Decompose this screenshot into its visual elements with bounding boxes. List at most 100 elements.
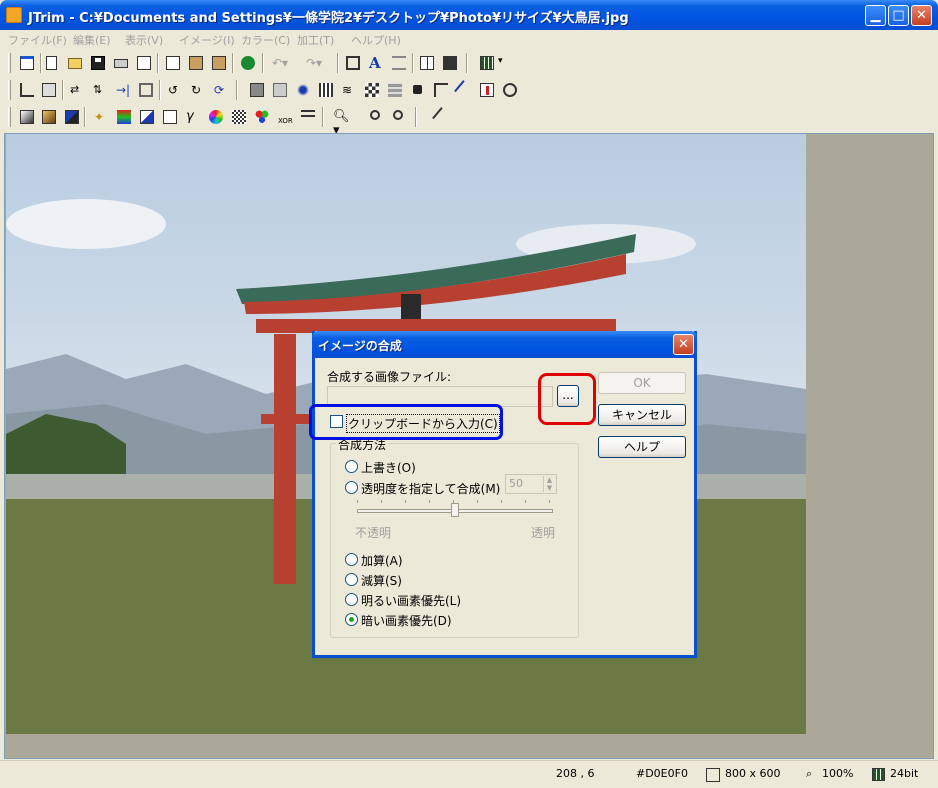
- paste-new-icon[interactable]: [210, 54, 228, 72]
- minimize-button[interactable]: ▁: [865, 5, 886, 26]
- paste-icon[interactable]: [187, 54, 205, 72]
- cancel-button[interactable]: キャンセル: [598, 404, 686, 426]
- rotate-90-left-icon[interactable]: ↺: [166, 81, 184, 99]
- gamma-icon[interactable]: γ: [184, 108, 202, 126]
- dialog-titlebar[interactable]: イメージの合成 ✕: [312, 331, 697, 358]
- slider-ticks: [357, 500, 553, 503]
- radio-transparency[interactable]: [345, 481, 358, 494]
- status-coordinates: 208 , 6: [556, 767, 595, 780]
- rgb-channels-icon[interactable]: [253, 108, 271, 126]
- new-file-icon[interactable]: [44, 54, 62, 72]
- shadow-icon[interactable]: [248, 81, 266, 99]
- lines-icon[interactable]: [390, 54, 408, 72]
- transparency-value: 50: [509, 477, 523, 490]
- menu-view[interactable]: 表示(V): [125, 32, 163, 48]
- blur-icon[interactable]: [409, 81, 427, 99]
- mosaic-icon[interactable]: [317, 81, 335, 99]
- menu-bar: ファイル(F) 編集(E) 表示(V) イメージ(I) カラー(C) 加工(T)…: [0, 30, 938, 50]
- close-button[interactable]: ✕: [911, 5, 932, 26]
- toolbar-grip[interactable]: [8, 53, 11, 73]
- crop-icon[interactable]: [18, 81, 36, 99]
- emboss-icon[interactable]: [432, 81, 450, 99]
- darker-label[interactable]: 暗い画素優先(D): [361, 612, 452, 629]
- maximize-button[interactable]: □: [888, 5, 909, 26]
- redo-history-icon[interactable]: [239, 54, 257, 72]
- file-label: 合成する画像ファイル:: [327, 370, 452, 384]
- toolbar-separator: [157, 53, 159, 73]
- radio-subtract[interactable]: [345, 573, 358, 586]
- print-preview-icon[interactable]: [135, 54, 153, 72]
- save-icon[interactable]: [89, 54, 107, 72]
- transparency-input[interactable]: 50 ▲ ▼: [505, 474, 557, 494]
- add-label[interactable]: 加算(A): [361, 552, 403, 569]
- color-wheel-icon[interactable]: [207, 108, 225, 126]
- auto-adjust-icon[interactable]: ✦: [92, 108, 110, 126]
- grid-dropdown-icon[interactable]: ▾: [478, 54, 510, 72]
- brick-icon[interactable]: [386, 81, 404, 99]
- toolbar-grip[interactable]: [8, 80, 11, 100]
- tile-icon[interactable]: [418, 54, 436, 72]
- menu-image[interactable]: イメージ(I): [179, 32, 235, 48]
- xor-icon[interactable]: XOR: [276, 108, 294, 126]
- undo-icon[interactable]: ↶▾: [270, 54, 300, 72]
- toolbar-separator: [337, 53, 339, 73]
- grayscale-icon[interactable]: [18, 108, 36, 126]
- redo-icon[interactable]: ↷▾: [304, 54, 334, 72]
- open-folder-icon[interactable]: [66, 54, 84, 72]
- menu-edit[interactable]: 編集(E): [73, 32, 111, 48]
- menu-file[interactable]: ファイル(F): [8, 32, 67, 48]
- filmstrip-icon[interactable]: [441, 54, 459, 72]
- spinner-arrows-icon[interactable]: ▲ ▼: [543, 476, 555, 492]
- text-icon[interactable]: A: [367, 54, 385, 72]
- rotate-free-icon[interactable]: ⟳: [212, 81, 230, 99]
- sepia-icon[interactable]: [40, 108, 58, 126]
- toolbar-separator: [84, 107, 86, 127]
- ok-button[interactable]: OK: [598, 372, 686, 394]
- zoom-out-icon[interactable]: [391, 108, 409, 126]
- transparency-label[interactable]: 透明度を指定して合成(M): [361, 480, 500, 497]
- spiral-icon[interactable]: [501, 81, 519, 99]
- copy-icon[interactable]: [164, 54, 182, 72]
- toolbar-separator: [322, 107, 324, 127]
- fit-window-icon[interactable]: [344, 54, 362, 72]
- picture-icon[interactable]: [161, 108, 179, 126]
- marker-icon[interactable]: [478, 81, 496, 99]
- menu-color[interactable]: カラー(C): [241, 32, 290, 48]
- frame-icon[interactable]: [137, 81, 155, 99]
- transparency-slider-thumb[interactable]: [451, 503, 459, 517]
- zoom-in-icon[interactable]: [368, 108, 386, 126]
- status-image-size: 800 x 600: [725, 767, 781, 780]
- levels-icon[interactable]: [138, 108, 156, 126]
- sparkle-icon[interactable]: [294, 81, 312, 99]
- flip-horizontal-icon[interactable]: ⇄: [68, 81, 86, 99]
- print-icon[interactable]: [112, 54, 130, 72]
- zoom-dropdown-icon[interactable]: 🔍︎▾: [331, 108, 361, 138]
- border-icon[interactable]: [271, 81, 289, 99]
- color-balance-icon[interactable]: [115, 108, 133, 126]
- histogram-icon[interactable]: [299, 108, 317, 126]
- rotate-90-right-icon[interactable]: ↻: [189, 81, 207, 99]
- invert-icon[interactable]: [63, 108, 81, 126]
- lighter-label[interactable]: 明るい画素優先(L): [361, 592, 461, 609]
- dialog-close-button[interactable]: ✕: [673, 334, 694, 355]
- menu-help[interactable]: ヘルプ(H): [351, 32, 401, 48]
- menu-process[interactable]: 加工(T): [297, 32, 334, 48]
- new-window-icon[interactable]: [18, 54, 36, 72]
- tile-pattern-icon[interactable]: [363, 81, 381, 99]
- radio-add[interactable]: [345, 553, 358, 566]
- radio-darker[interactable]: [345, 613, 358, 626]
- subtract-label[interactable]: 減算(S): [361, 572, 402, 589]
- wave-icon[interactable]: ≋: [340, 81, 358, 99]
- radio-lighter[interactable]: [345, 593, 358, 606]
- toolbar-grip[interactable]: [8, 107, 11, 127]
- resize-icon[interactable]: [40, 81, 58, 99]
- eyedropper-icon[interactable]: [428, 107, 452, 127]
- radio-overwrite[interactable]: [345, 460, 358, 473]
- pen-icon[interactable]: [454, 80, 474, 100]
- help-button[interactable]: ヘルプ: [598, 436, 686, 458]
- jtrim-app-icon[interactable]: [6, 7, 22, 23]
- dither-icon[interactable]: [230, 108, 248, 126]
- overwrite-label[interactable]: 上書き(O): [361, 459, 416, 476]
- flip-vertical-icon[interactable]: ⇅: [91, 81, 109, 99]
- move-icon[interactable]: →|: [114, 81, 132, 99]
